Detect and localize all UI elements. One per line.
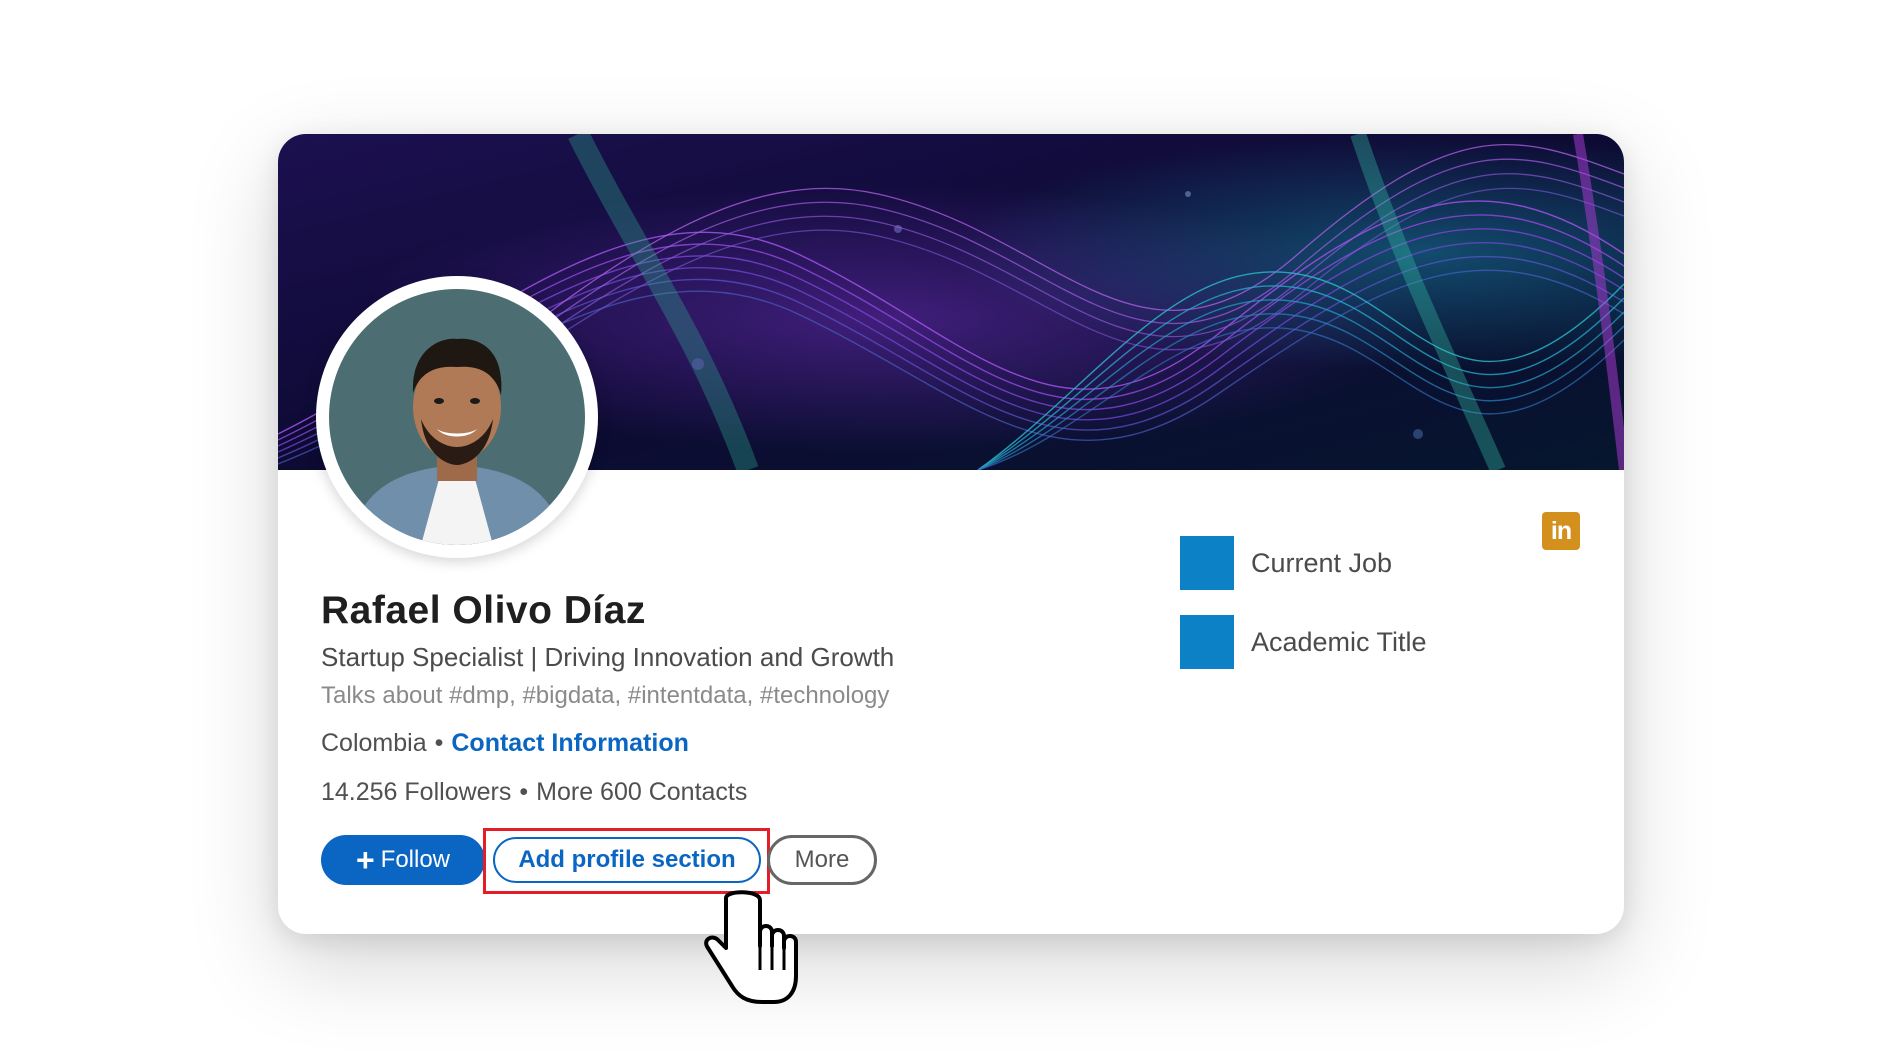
separator-dot: • bbox=[434, 729, 444, 757]
separator-dot: • bbox=[519, 778, 529, 806]
plus-icon: + bbox=[355, 842, 375, 878]
profile-name: Rafael Olivo Díaz bbox=[321, 589, 646, 632]
current-job-label: Current Job bbox=[1251, 547, 1393, 578]
highlight-box bbox=[483, 828, 770, 894]
profile-talks-about: Talks about #dmp, #bigdata, #intentdata,… bbox=[321, 682, 890, 709]
avatar-photo bbox=[329, 289, 585, 545]
hand-cursor-icon bbox=[700, 890, 800, 1015]
profile-location: Colombia bbox=[321, 729, 427, 757]
profile-avatar[interactable] bbox=[316, 276, 598, 558]
current-job-item[interactable]: Current Job bbox=[1180, 536, 1392, 590]
profile-headline: Startup Specialist | Driving Innovation … bbox=[321, 642, 895, 672]
more-button[interactable]: More bbox=[767, 835, 877, 885]
follow-button[interactable]: + Follow bbox=[321, 835, 485, 885]
profile-card: Rafael Olivo Díaz Startup Specialist | D… bbox=[278, 134, 1624, 934]
blue-square-icon bbox=[1180, 615, 1234, 669]
contact-information-link[interactable]: Contact Information bbox=[451, 729, 689, 757]
follow-label: Follow bbox=[380, 846, 451, 873]
academic-title-label: Academic Title bbox=[1251, 626, 1427, 657]
stats-row: 14.256 Followers • More 600 Contacts bbox=[321, 778, 747, 807]
contacts-count: More 600 Contacts bbox=[536, 778, 748, 806]
academic-title-item[interactable]: Academic Title bbox=[1180, 615, 1427, 669]
linkedin-icon[interactable]: in bbox=[1542, 512, 1580, 550]
location-row: Colombia • Contact Information bbox=[321, 729, 689, 758]
blue-square-icon bbox=[1180, 536, 1234, 590]
followers-count: 14.256 Followers bbox=[321, 778, 512, 806]
